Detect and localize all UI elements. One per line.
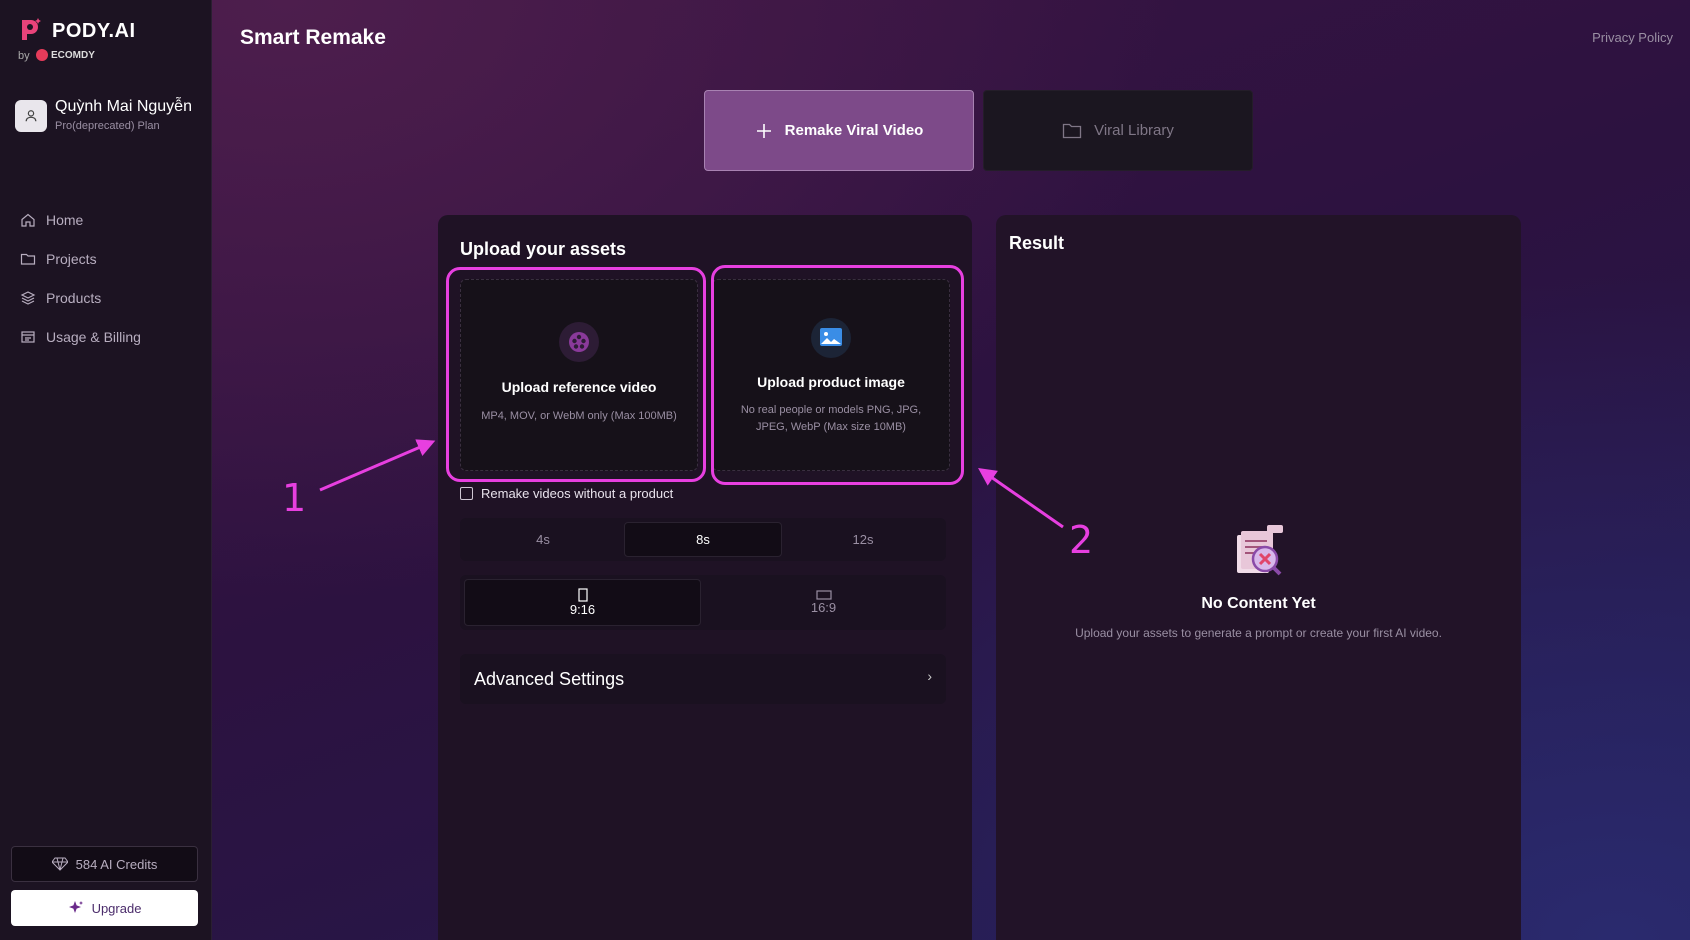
upload-panel-title: Upload your assets bbox=[460, 239, 627, 259]
image-icon bbox=[811, 318, 851, 358]
film-reel-icon bbox=[559, 322, 599, 362]
checkbox-box[interactable] bbox=[460, 487, 473, 500]
partner-name: ECOMDY bbox=[51, 49, 95, 61]
ratio-option-16-9[interactable]: 16:9 bbox=[705, 579, 942, 626]
privacy-policy-link[interactable]: Privacy Policy bbox=[1592, 30, 1673, 45]
remake-viral-video-button[interactable]: Remake Viral Video bbox=[704, 90, 974, 171]
upload-image-hint: No real people or models PNG, JPG, JPEG,… bbox=[740, 404, 922, 433]
ratio-option-9-16[interactable]: 9:16 bbox=[464, 579, 701, 626]
portrait-icon bbox=[577, 588, 588, 602]
result-panel: Result No Content Yet Upload your assets… bbox=[996, 215, 1521, 940]
upload-video-hint: MP4, MOV, or WebM only (Max 100MB) bbox=[481, 410, 677, 422]
avatar bbox=[15, 100, 47, 132]
sidebar-item-home[interactable]: Home bbox=[0, 200, 212, 239]
upload-reference-video-dropzone[interactable]: Upload reference video MP4, MOV, or WebM… bbox=[460, 279, 698, 471]
viral-library-button[interactable]: Viral Library bbox=[983, 90, 1253, 171]
sidebar-nav: Home Projects Products Usage & Billing bbox=[0, 200, 212, 356]
upload-product-image-dropzone[interactable]: Upload product image No real people or m… bbox=[712, 279, 950, 471]
landscape-icon bbox=[815, 590, 832, 600]
remake-label: Remake Viral Video bbox=[784, 122, 924, 139]
sidebar: PODY.AI by ECOMDY Quỳnh Mai Nguyễn Pro(d… bbox=[0, 0, 212, 940]
aspect-ratio-selector: 9:16 16:9 bbox=[460, 575, 946, 630]
advanced-settings-toggle[interactable]: Advanced Settings › bbox=[460, 654, 946, 704]
partner-logo: ECOMDY bbox=[36, 49, 95, 61]
user-profile[interactable]: Quỳnh Mai Nguyễn Pro(deprecated) Plan bbox=[15, 98, 205, 138]
sparkle-icon bbox=[68, 901, 83, 913]
diamond-icon bbox=[51, 857, 68, 871]
plus-icon bbox=[756, 123, 771, 138]
home-icon bbox=[21, 213, 35, 227]
annotation-number-1: 1 bbox=[282, 476, 307, 520]
sidebar-item-label: Projects bbox=[46, 250, 97, 267]
upload-image-title: Upload product image bbox=[757, 374, 905, 390]
sidebar-item-label: Home bbox=[46, 211, 84, 228]
no-content-illustration-icon bbox=[1237, 525, 1283, 576]
upgrade-label: Upgrade bbox=[91, 900, 142, 916]
duration-option-4s[interactable]: 4s bbox=[464, 522, 622, 557]
ecomdy-icon bbox=[36, 49, 48, 61]
user-name: Quỳnh Mai Nguyễn bbox=[55, 98, 192, 115]
sidebar-item-products[interactable]: Products bbox=[0, 278, 212, 317]
empty-state-message: Upload your assets to generate a prompt … bbox=[1075, 626, 1442, 640]
sidebar-item-projects[interactable]: Projects bbox=[0, 239, 212, 278]
advanced-settings-label: Advanced Settings bbox=[474, 668, 625, 689]
ratio-label: 16:9 bbox=[810, 600, 837, 615]
upgrade-button[interactable]: Upgrade bbox=[11, 890, 198, 926]
remake-without-product-checkbox[interactable]: Remake videos without a product bbox=[460, 486, 673, 501]
sidebar-item-label: Usage & Billing bbox=[46, 328, 141, 345]
user-plan: Pro(deprecated) Plan bbox=[55, 120, 160, 132]
result-title: Result bbox=[1009, 233, 1065, 253]
upload-video-title: Upload reference video bbox=[501, 379, 657, 395]
brand-name: PODY.AI bbox=[52, 20, 136, 42]
page-title: Smart Remake bbox=[240, 26, 386, 49]
folder-icon bbox=[1062, 123, 1082, 138]
ratio-label: 9:16 bbox=[569, 602, 596, 617]
layers-icon bbox=[20, 290, 36, 305]
sidebar-item-label: Products bbox=[46, 289, 102, 306]
credits-display[interactable]: 584 AI Credits bbox=[11, 846, 198, 882]
billing-icon bbox=[21, 330, 35, 343]
checkbox-label: Remake videos without a product bbox=[481, 486, 674, 501]
duration-option-12s[interactable]: 12s bbox=[784, 522, 942, 557]
sidebar-item-usage-billing[interactable]: Usage & Billing bbox=[0, 317, 212, 356]
pody-logo-icon bbox=[22, 18, 41, 40]
brand-by: by bbox=[18, 50, 30, 62]
folder-icon bbox=[20, 253, 36, 265]
user-icon bbox=[25, 110, 37, 122]
chevron-right-icon: › bbox=[927, 668, 932, 684]
empty-state-title: No Content Yet bbox=[1201, 595, 1316, 612]
credits-label: 584 AI Credits bbox=[75, 856, 158, 872]
duration-selector: 4s 8s 12s bbox=[460, 518, 946, 561]
duration-option-8s[interactable]: 8s bbox=[624, 522, 782, 557]
annotation-number-2: 2 bbox=[1069, 518, 1094, 562]
library-label: Viral Library bbox=[1094, 122, 1174, 139]
